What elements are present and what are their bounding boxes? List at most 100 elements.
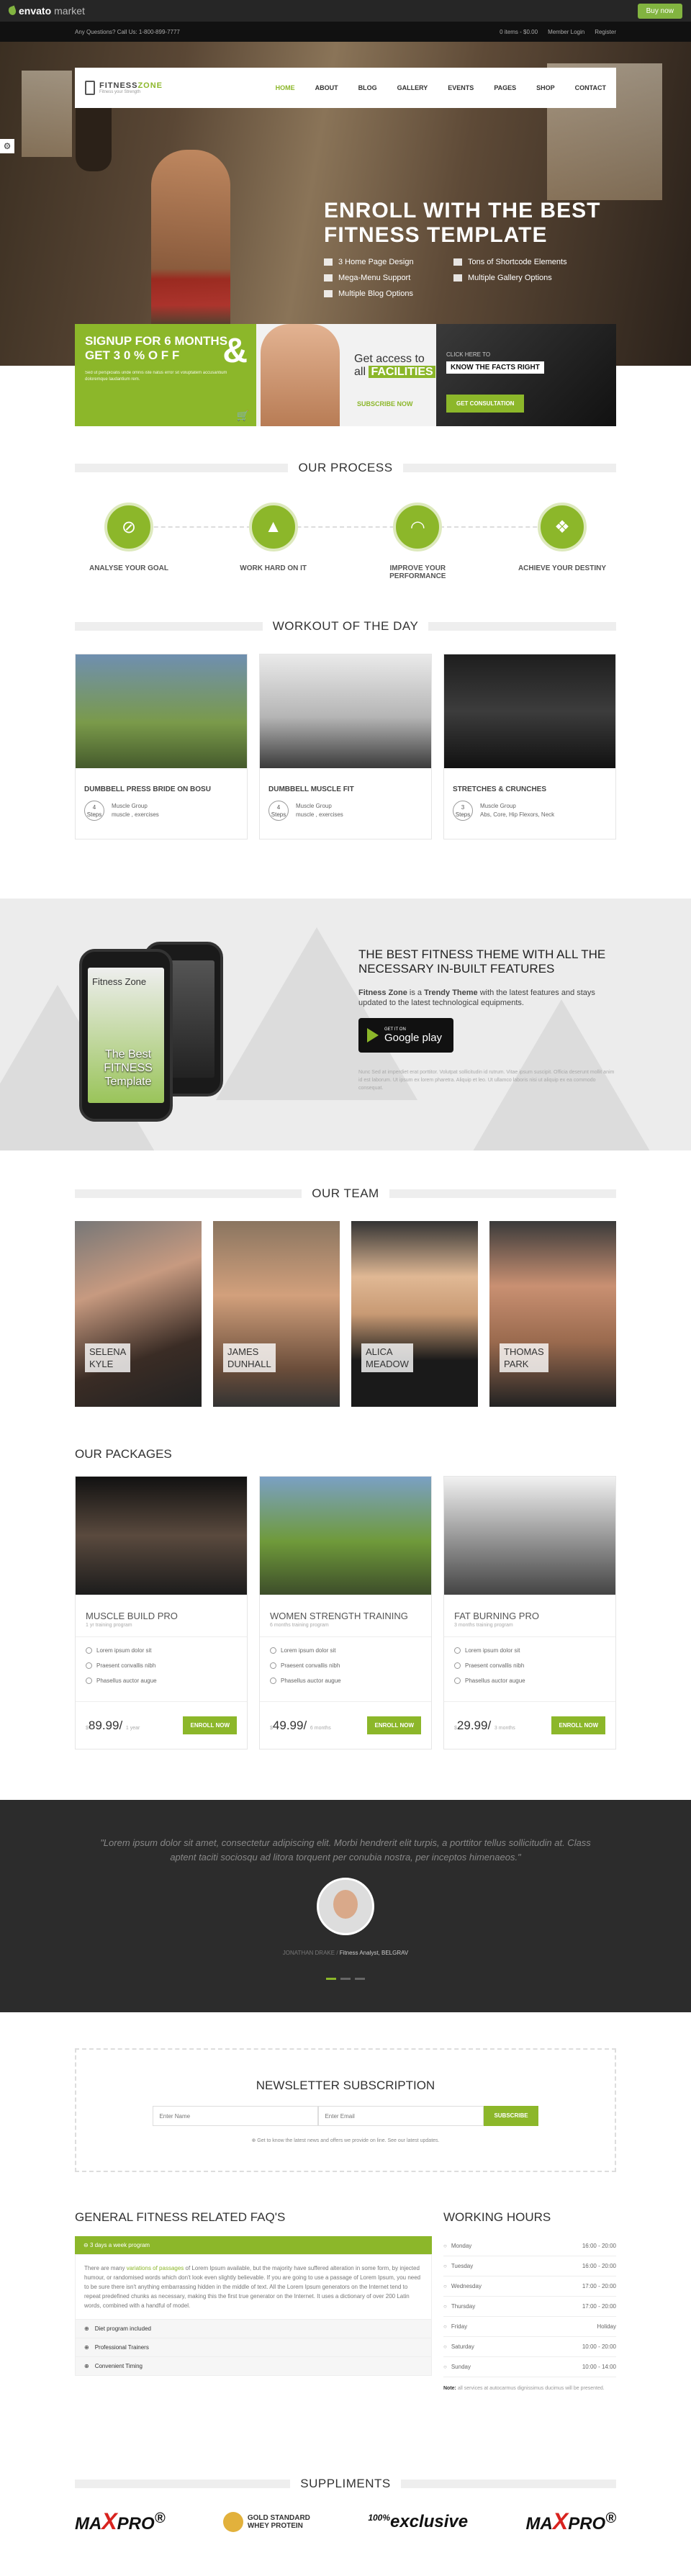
heading-line [75,1189,302,1198]
facilities-banner[interactable]: Get access to all FACILITIES SUBSCRIBE NO… [256,324,436,426]
hours-day: Monday [443,2243,471,2249]
hero-feature-label: Tons of Shortcode Elements [468,258,567,266]
faq-item[interactable]: ⊕ Professional Trainers [75,2338,432,2357]
team-member[interactable]: SELENA KYLE [75,1221,202,1407]
workout-card[interactable]: STRETCHES & CRUNCHES 3 Steps Muscle Group… [443,654,616,839]
site-logo[interactable]: FITNESSZONE Fitness your Strength [85,81,163,95]
team-member[interactable]: ALICA MEADOW [351,1221,478,1407]
hours-time: Holiday [597,2323,616,2330]
member-login-link[interactable]: Member Login [548,29,584,35]
menu-contact[interactable]: CONTACT [575,84,606,91]
menu-about[interactable]: ABOUT [315,84,338,91]
menu-gallery[interactable]: GALLERY [397,84,428,91]
enroll-now-button[interactable]: ENROLL NOW [183,1716,237,1734]
menu-home[interactable]: HOME [276,84,295,91]
logo-text: GOLD STANDARD [247,2513,310,2522]
offer-line2: GET 3 0 % O F F [85,348,180,362]
package-list: MUSCLE BUILD PRO 1 yr training program L… [75,1476,616,1749]
slider-dots [0,1978,691,1980]
package-image [444,1477,615,1595]
subscribe-now-link[interactable]: SUBSCRIBE NOW [357,400,413,407]
faq-answer-text: There are many [84,2265,127,2271]
package-feature: Lorem ipsum dolor sit [270,1647,421,1654]
faq-item[interactable]: ⊕ Diet program included [75,2320,432,2338]
envato-logo[interactable]: envato market [7,5,85,17]
muscle-group-label: Muscle Group [480,803,516,809]
hero-feature-list: 3 Home Page Design Tons of Shortcode Ele… [324,258,600,298]
package-price: $89.99/ 1 year [86,1719,140,1733]
main-navbar: FITNESSZONE Fitness your Strength HOME A… [75,68,616,108]
cart-link[interactable]: 0 items - $0.00 [500,29,538,35]
menu-pages[interactable]: PAGES [494,84,516,91]
slider-dot[interactable] [326,1978,336,1980]
package-card: MUSCLE BUILD PRO 1 yr training program L… [75,1476,248,1749]
workout-card-meta: 3 Steps Muscle Group Abs, Core, Hip Flexor… [444,801,615,821]
faq-open-question[interactable]: ⊖ 3 days a week program [75,2236,432,2254]
google-play-button[interactable]: GET IT ON Google play [358,1018,453,1053]
team-member[interactable]: JAMES DUNHALL [213,1221,340,1407]
package-card: WOMEN STRENGTH TRAINING 6 months trainin… [259,1476,432,1749]
brand-tagline: Fitness your Strength [99,90,141,94]
workout-card[interactable]: DUMBBELL MUSCLE FIT 4 Steps Muscle Group m… [259,654,432,839]
logo-registered: ® [154,2510,166,2526]
envato-leaf-icon [7,5,17,17]
workout-card[interactable]: DUMBBELL PRESS BRIDE ON BOSU 4 Steps Musc… [75,654,248,839]
muscle-info: Muscle Group muscle , exercises [112,802,159,819]
slider-dot[interactable] [340,1978,351,1980]
member-first: SELENA [89,1346,127,1357]
hero-feature: Mega-Menu Support [324,274,453,282]
email-input[interactable] [318,2106,484,2126]
member-name: JAMES DUNHALL [223,1343,276,1372]
offer-text: Sed ut perspiciatis unde omnis iste natu… [85,371,227,382]
signup-offer-banner[interactable]: SIGNUP FOR 6 MONTHS GET 3 0 % O F F & Sed… [75,324,256,426]
steps-count: 3 Steps [453,801,473,821]
heading-line [75,2480,291,2488]
logo-text: PRO [117,2514,155,2534]
plus-icon: ⊕ [84,2363,89,2369]
name-input[interactable] [153,2106,319,2126]
package-subtitle: 1 yr training program [86,1623,132,1628]
get-consultation-button[interactable]: GET CONSULTATION [446,395,525,413]
settings-gear-icon[interactable]: ⚙ [0,139,14,153]
workout-image [76,654,247,768]
consultation-banner: CLICK HERE TO KNOW THE FACTS RIGHT GET C… [436,324,616,426]
subscribe-button[interactable]: SUBSCRIBE [484,2106,538,2126]
price-period: 1 year [125,1725,140,1731]
packages-title: OUR PACKAGES [75,1447,172,1461]
package-features: Lorem ipsum dolor sit Praesent convallis… [76,1636,247,1684]
menu-blog[interactable]: BLOG [358,84,377,91]
app-promo-text: THE BEST FITNESS THEME WITH ALL THE NECE… [358,947,618,1092]
gold-standard-logo[interactable]: GOLD STANDARD WHEY PROTEIN [222,2511,310,2532]
promo-banners: SIGNUP FOR 6 MONTHS GET 3 0 % O F F & Sed… [75,324,616,426]
maxpro-logo[interactable]: MAXPRO® [75,2508,165,2535]
hours-row: Wednesday 17:00 - 20:00 [443,2276,616,2297]
testimonial-section: "Lorem ipsum dolor sit amet, consectetur… [0,1800,691,2012]
workout-section: WORKOUT OF THE DAY DUMBBELL PRESS BRIDE … [0,619,691,839]
hours-day: Sunday [443,2364,471,2370]
steps-count-unit: Steps [86,811,102,818]
workout-title: WORKOUT OF THE DAY [272,619,419,633]
process-steps: ⊘ ANALYSE YOUR GOAL ▲ WORK HARD ON IT ◠ IMP… [75,503,616,580]
maxpro-logo[interactable]: MAXPRO® [526,2508,616,2535]
whistle-icon: ▲ [248,503,298,551]
slider-dot[interactable] [355,1978,365,1980]
register-link[interactable]: Register [595,29,616,35]
logo-num: 100% [368,2512,391,2523]
enroll-now-button[interactable]: ENROLL NOW [551,1716,605,1734]
enroll-now-button[interactable]: ENROLL NOW [367,1716,421,1734]
phone-title: Fitness Zone [92,976,147,987]
faq-item-label: Convenient Timing [94,2363,143,2369]
menu-shop[interactable]: SHOP [536,84,555,91]
contact-info: Any Questions? Call Us: 1-800-899-7777 [75,28,180,35]
package-feature: Lorem ipsum dolor sit [86,1647,237,1654]
brand-name: FITNESSZONE [99,81,163,90]
hero-feature: Multiple Gallery Options [453,274,583,282]
logo-x: X [101,2508,117,2534]
team-member[interactable]: THOMAS PARK [489,1221,616,1407]
faq-item[interactable]: ⊕ Convenient Timing [75,2357,432,2376]
exclusive-logo[interactable]: 100%exclusive [368,2512,468,2532]
buy-now-button[interactable]: Buy now [637,3,682,19]
hours-row: Sunday 10:00 - 14:00 [443,2357,616,2377]
menu-events[interactable]: EVENTS [448,84,474,91]
facilities-get: Get access to [354,353,425,365]
